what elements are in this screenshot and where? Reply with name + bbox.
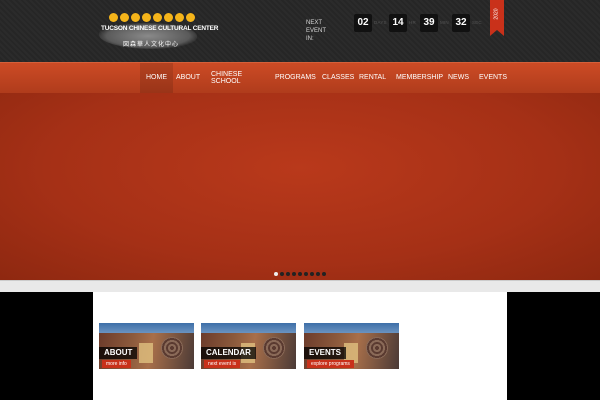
slider-dot[interactable] (298, 272, 302, 276)
logo-name: TUCSON CHINESE CULTURAL CENTER (101, 25, 219, 32)
slider-dot[interactable] (286, 272, 290, 276)
logo-dot (164, 13, 173, 22)
slider-dot[interactable] (304, 272, 308, 276)
card-title: CALENDAR (201, 347, 256, 359)
hero-slider (0, 93, 600, 280)
year-ribbon[interactable]: 2020 (490, 0, 504, 36)
slider-pagination (274, 272, 326, 276)
card-image-window (263, 337, 285, 359)
countdown-hours-unit: HR (409, 20, 416, 25)
card-image-sky (99, 323, 194, 333)
card-image-sky (201, 323, 296, 333)
card-title: EVENTS (304, 347, 347, 359)
slider-dot[interactable] (310, 272, 314, 276)
slider-dot[interactable] (322, 272, 326, 276)
nav-news[interactable]: NEWS (448, 63, 469, 93)
countdown-seconds-unit: SEC (472, 20, 482, 25)
card-image-window (366, 337, 388, 359)
nav-programs[interactable]: PROGRAMS (275, 63, 316, 93)
main-nav: HOME ABOUT CHINESE SCHOOL PROGRAMS CLASS… (0, 62, 600, 93)
logo-dot (175, 13, 184, 22)
slider-dot[interactable] (292, 272, 296, 276)
countdown-minutes: 39 (420, 14, 438, 32)
card-image-sky (304, 323, 399, 333)
card-title: ABOUT (99, 347, 138, 359)
content-area: ABOUT more info CALENDAR next event is E… (93, 292, 507, 400)
header-bar: TUCSON CHINESE CULTURAL CENTER 図森華人文化中心 … (0, 0, 600, 62)
card-link[interactable]: explore programs (307, 360, 354, 368)
card-image-door (139, 343, 153, 363)
logo-dot (120, 13, 129, 22)
card-link[interactable]: next event is (204, 360, 241, 368)
card-image-window (161, 337, 183, 359)
card-link[interactable]: more info (102, 360, 131, 368)
logo-chinese-name: 図森華人文化中心 (123, 41, 180, 48)
nav-about[interactable]: ABOUT (176, 63, 200, 93)
ribbon-label: 2020 (493, 8, 500, 20)
slider-dot[interactable] (280, 272, 284, 276)
slider-dot[interactable] (316, 272, 320, 276)
nav-chinese-school[interactable]: CHINESE SCHOOL (211, 63, 242, 93)
countdown-label: NEXT EVENT IN: (306, 20, 326, 42)
nav-home[interactable]: HOME (140, 63, 173, 93)
nav-events[interactable]: EVENTS (479, 63, 507, 93)
countdown-hours: 14 (389, 14, 407, 32)
countdown-minutes-unit: MIN (440, 20, 449, 25)
card-calendar[interactable]: CALENDAR next event is (201, 323, 296, 369)
card-events[interactable]: EVENTS explore programs (304, 323, 399, 369)
nav-membership[interactable]: MEMBERSHIP (396, 63, 443, 93)
logo-dots (109, 13, 195, 23)
logo-dot (109, 13, 118, 22)
hero-bottom-bar (0, 280, 600, 292)
page: TUCSON CHINESE CULTURAL CENTER 図森華人文化中心 … (0, 0, 600, 400)
nav-classes[interactable]: CLASSES (322, 63, 354, 93)
logo-dot (131, 13, 140, 22)
countdown-days: 02 (354, 14, 372, 32)
nav-rental[interactable]: RENTAL (359, 63, 386, 93)
logo-dot (153, 13, 162, 22)
logo-dot (186, 13, 195, 22)
logo-dot (142, 13, 151, 22)
countdown-days-unit: DAYS (374, 20, 387, 25)
card-about[interactable]: ABOUT more info (99, 323, 194, 369)
site-logo[interactable]: TUCSON CHINESE CULTURAL CENTER 図森華人文化中心 (99, 13, 219, 53)
countdown-seconds: 32 (452, 14, 470, 32)
slider-dot[interactable] (274, 272, 278, 276)
